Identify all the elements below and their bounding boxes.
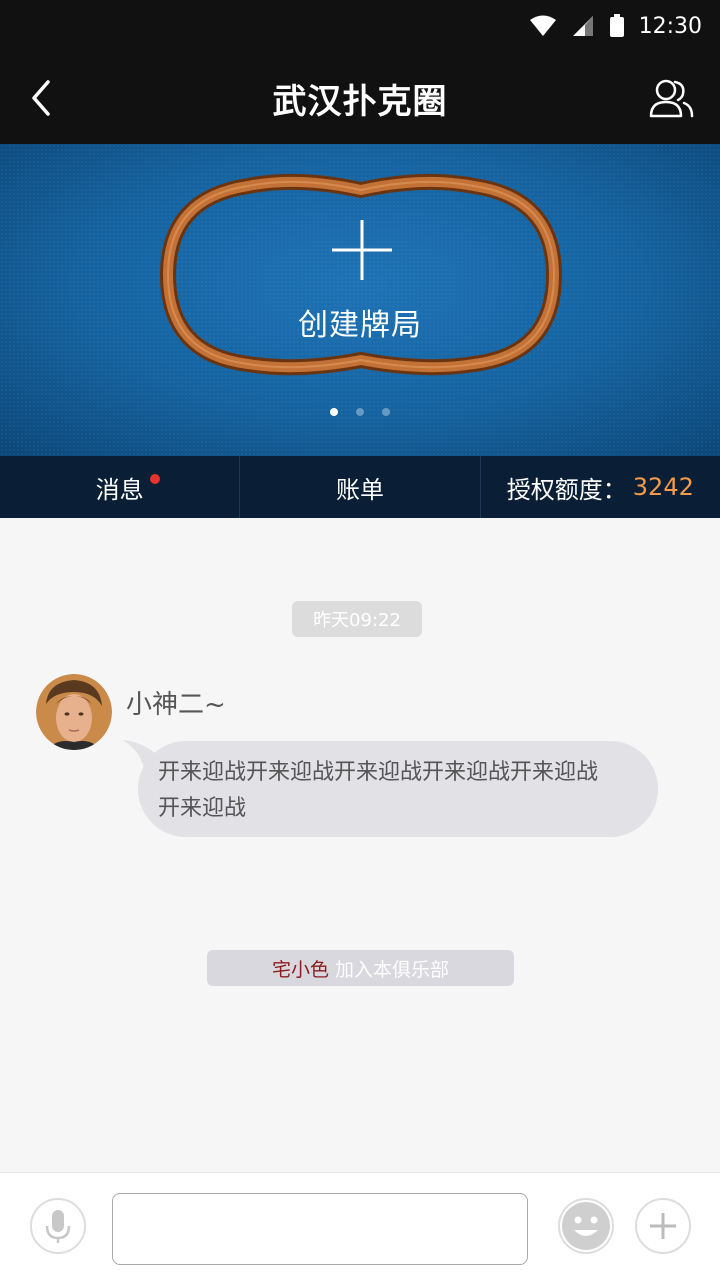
tab-bar: 消息 账单 授权额度： 3242: [0, 456, 720, 518]
tab-bill[interactable]: 账单: [240, 456, 481, 518]
sender-name: 小神二~: [126, 690, 226, 720]
join-action-text: 加入本俱乐部: [335, 958, 450, 981]
join-notice: 宅小色 加入本俱乐部: [207, 950, 514, 986]
message-timestamp: 昨天09:22: [292, 601, 422, 637]
emoji-button[interactable]: [558, 1198, 614, 1254]
message-bubble[interactable]: 开来迎战开来迎战开来迎战开来迎战开来迎战 开来迎战: [138, 741, 658, 837]
carousel-dot[interactable]: [356, 408, 364, 416]
input-bar: [0, 1172, 720, 1280]
voice-button[interactable]: [30, 1198, 86, 1254]
tab-messages-label: 消息: [95, 475, 144, 504]
title-bar: 武汉扑克圈: [0, 52, 720, 144]
tab-quota[interactable]: 授权额度： 3242: [481, 456, 720, 518]
plus-icon: [332, 220, 392, 280]
avatar[interactable]: [36, 674, 112, 750]
unread-dot: [150, 474, 160, 484]
quota-value: 3242: [632, 473, 694, 501]
carousel-indicator: [0, 408, 720, 416]
status-icons: 12:30: [529, 10, 702, 42]
status-time: 12:30: [638, 13, 702, 39]
tab-bill-label: 账单: [335, 475, 384, 504]
battery-icon: [609, 14, 624, 37]
chat-area[interactable]: 昨天09:22 小神二~ 开来迎战开来迎战开来迎战开来迎战开来迎战 开来迎战 宅…: [0, 518, 720, 1172]
page-title: 武汉扑克圈: [272, 82, 448, 122]
message-text-line: 开来迎战开来迎战开来迎战开来迎战开来迎战: [158, 760, 599, 785]
carousel-dot[interactable]: [330, 408, 338, 416]
smiley-icon: [562, 1202, 610, 1250]
signal-icon: [572, 16, 593, 36]
plus-icon: [650, 1213, 676, 1239]
members-icon[interactable]: [648, 76, 694, 122]
more-button[interactable]: [635, 1198, 691, 1254]
message-text-line: 开来迎战: [158, 796, 247, 821]
wifi-icon: [529, 15, 556, 36]
tab-messages[interactable]: 消息: [0, 456, 241, 518]
create-game-label: 创建牌局: [298, 308, 422, 343]
carousel-dot[interactable]: [382, 408, 390, 416]
banner-carousel[interactable]: 创建牌局: [0, 144, 720, 456]
microphone-icon: [45, 1210, 71, 1243]
create-game-button[interactable]: 创建牌局: [240, 214, 480, 354]
quota-label: 授权额度：: [506, 475, 627, 504]
message-input[interactable]: [112, 1193, 528, 1265]
join-user-name[interactable]: 宅小色: [272, 955, 329, 982]
status-bar: 12:30: [0, 0, 720, 52]
